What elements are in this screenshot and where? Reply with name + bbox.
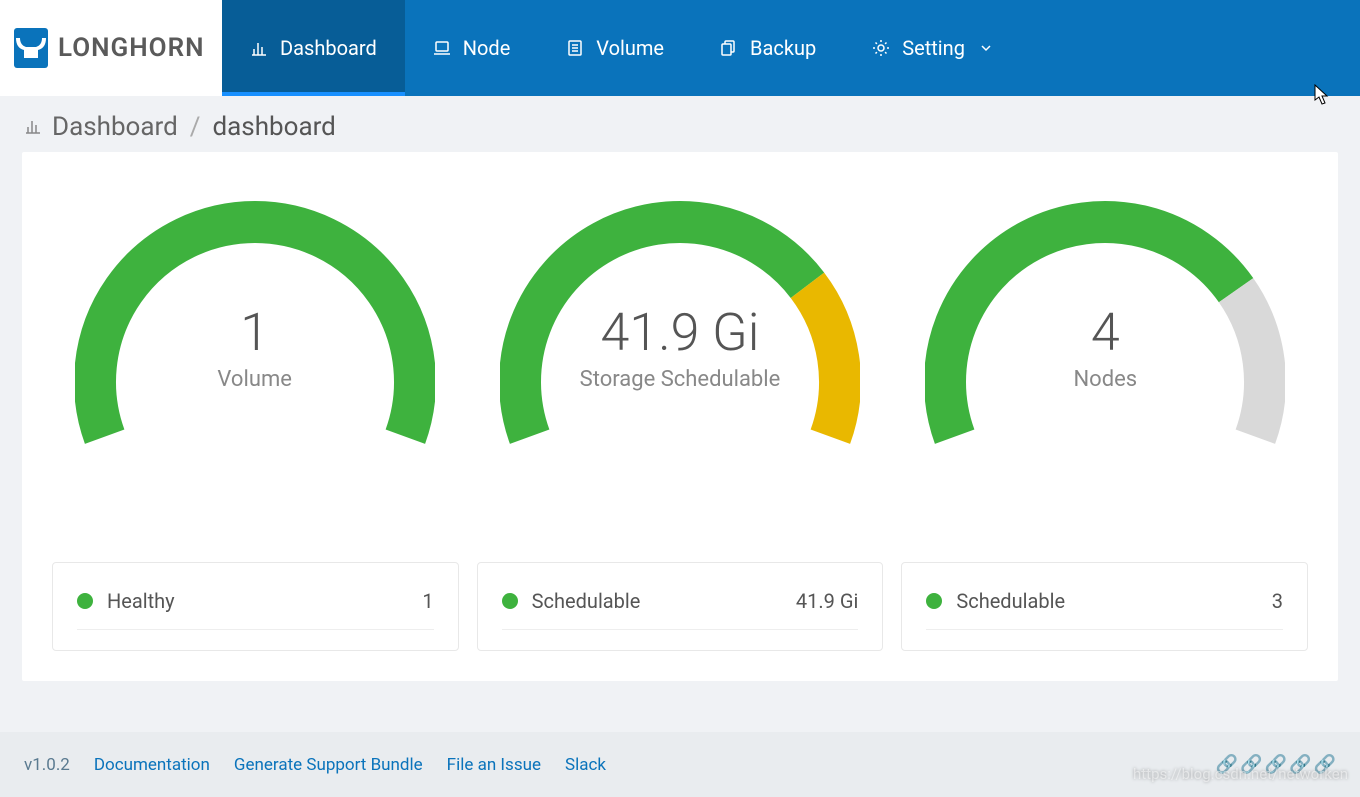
stat-label: Schedulable [532,589,796,613]
footer: v1.0.2 Documentation Generate Support Bu… [0,732,1360,797]
nav-volume[interactable]: Volume [538,0,692,96]
link-icon: 🔗 [1265,754,1287,775]
breadcrumb: Dashboard / dashboard [0,96,1360,152]
gauge-arc: 4 Nodes [925,192,1285,532]
logo[interactable]: LONGHORN [0,0,222,96]
nav-label: Setting [902,36,965,60]
footer-right: 🔗 🔗 🔗 🔗 🔗 [1216,754,1336,775]
footer-link-file-issue[interactable]: File an Issue [447,755,541,775]
main-header: LONGHORN Dashboard Node [0,0,1360,96]
status-dot-icon [926,593,942,609]
logo-text: LONGHORN [58,33,205,63]
footer-link-documentation[interactable]: Documentation [94,755,210,775]
nav-label: Dashboard [280,36,377,60]
nav-label: Volume [596,36,664,60]
divider [502,629,859,630]
stat-row-item: Healthy 1 [77,583,434,619]
stat-label: Healthy [107,589,422,613]
copy-icon [720,39,738,57]
version-label: v1.0.2 [24,755,70,775]
footer-link-slack[interactable]: Slack [565,755,606,775]
laptop-icon [433,39,451,57]
longhorn-logo-icon [14,28,48,68]
gauge-label: Volume [217,367,292,392]
stat-value: 1 [422,589,433,613]
stat-card: Healthy 1 [52,562,459,651]
gauge-storage-schedulable: 41.9 Gi Storage Schedulable [467,192,892,532]
gauge-value: 4 [1091,302,1120,363]
link-icons: 🔗 🔗 🔗 🔗 🔗 [1216,754,1336,775]
status-dot-icon [502,593,518,609]
breadcrumb-leaf: dashboard [212,112,335,142]
gear-icon [872,39,890,57]
link-icon: 🔗 [1240,754,1262,775]
footer-link-support-bundle[interactable]: Generate Support Bundle [234,755,423,775]
breadcrumb-root[interactable]: Dashboard [52,112,178,142]
stat-cards-row: Healthy 1 Schedulable 41.9 Gi Schedulabl… [22,562,1338,671]
gauge-arc: 1 Volume [75,192,435,532]
list-icon [566,39,584,57]
stat-value: 3 [1272,589,1283,613]
barchart-icon [250,39,268,57]
stat-row-item: Schedulable 3 [926,583,1283,619]
nav-node[interactable]: Node [405,0,539,96]
stat-card: Schedulable 41.9 Gi [477,562,884,651]
link-icon: 🔗 [1216,754,1238,775]
status-dot-icon [77,593,93,609]
main-nav: Dashboard Node Volume B [222,0,1021,96]
stat-value: 41.9 Gi [796,589,858,613]
barchart-icon [24,112,42,142]
stat-row-item: Schedulable 41.9 Gi [502,583,859,619]
divider [926,629,1283,630]
nav-setting[interactable]: Setting [844,0,1021,96]
breadcrumb-sep: / [190,112,201,142]
gauge-arc: 41.9 Gi Storage Schedulable [500,192,860,532]
gauge-label: Storage Schedulable [580,367,781,392]
gauge-volume: 1 Volume [42,192,467,532]
link-icon: 🔗 [1314,754,1336,775]
stat-label: Schedulable [956,589,1271,613]
gauge-value: 1 [240,302,269,363]
gauge-value: 41.9 Gi [601,302,760,363]
nav-backup[interactable]: Backup [692,0,844,96]
dashboard-content: 1 Volume 41.9 Gi Storage Schedulable 4 N… [22,152,1338,681]
nav-label: Backup [750,36,816,60]
link-icon: 🔗 [1289,754,1311,775]
stat-card: Schedulable 3 [901,562,1308,651]
gauge-nodes: 4 Nodes [893,192,1318,532]
divider [77,629,434,630]
chevron-down-icon [979,36,993,60]
nav-dashboard[interactable]: Dashboard [222,0,405,96]
gauge-label: Nodes [1073,367,1137,392]
nav-label: Node [463,36,511,60]
gauges-row: 1 Volume 41.9 Gi Storage Schedulable 4 N… [22,152,1338,562]
